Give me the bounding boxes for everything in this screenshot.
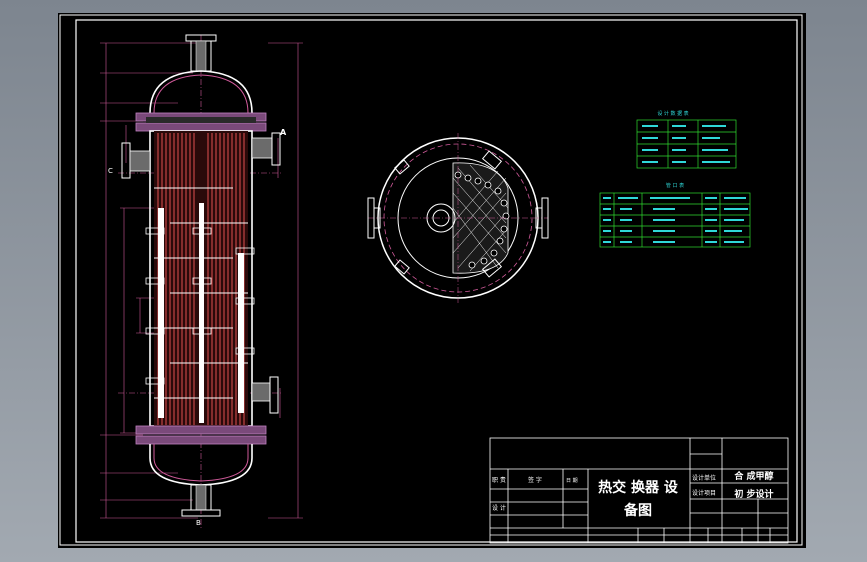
exchanger-front-view: A C B [100,34,303,528]
project-name: 合 成甲醇 [734,470,773,482]
design-item-label: 设计项目 [692,489,716,497]
nozzle-table: 管 口 表 [599,182,751,248]
design-data-title: 设 计 数 据 表 [657,110,688,117]
drawing-title-line1: 热交 换器 设 [598,479,679,496]
exchanger-section-view [367,133,549,303]
nozzle-b-label: B [196,519,201,527]
design-label: 设 计 [492,504,506,512]
design-data-table: 设 计 数 据 表 [636,110,737,169]
drawing-canvas: A C B 设 计 数 据 表 管 口 表 职 责 签 字 日 期 设 计 热交… [59,14,803,546]
design-unit-label: 设计单位 [692,474,716,482]
drawing-title-line2: 备图 [623,502,652,519]
drawing-sheet: A C B 设 计 数 据 表 管 口 表 职 责 签 字 日 期 设 计 热交… [58,13,806,548]
nozzle-c-label: C [108,167,113,175]
date-label: 日 期 [566,478,578,484]
duty-label: 职 责 [492,476,506,484]
signature-label: 签 字 [528,476,542,484]
nozzle-a-label: A [280,128,287,137]
cad-viewport: A C B 设 计 数 据 表 管 口 表 职 责 签 字 日 期 设 计 热交… [0,0,867,562]
nozzle-table-title: 管 口 表 [666,182,684,189]
stage-label: 初 步设计 [734,488,773,500]
title-block: 职 责 签 字 日 期 设 计 热交 换器 设 备图 设计单位 设计项目 合 成… [489,437,789,544]
